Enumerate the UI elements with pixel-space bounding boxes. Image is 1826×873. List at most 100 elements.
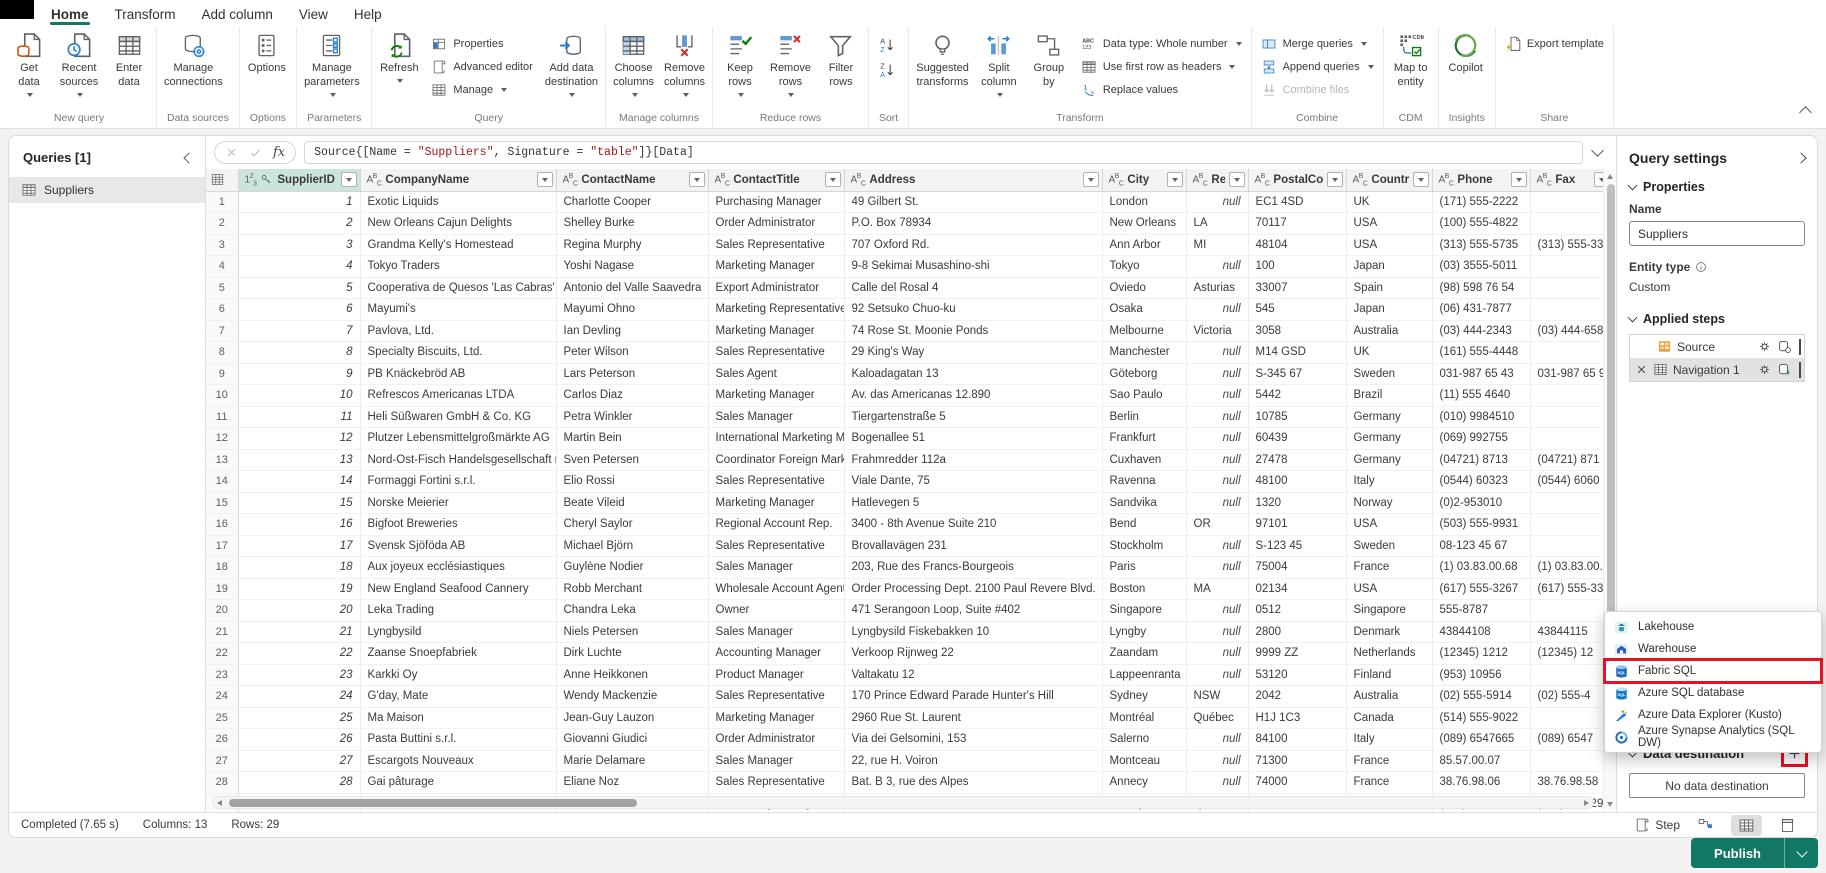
cell[interactable]: 33007 [1248,277,1347,299]
cell[interactable]: (089) 6547 [1530,728,1614,751]
cell[interactable]: 48100 [1248,470,1347,493]
delete-step-icon[interactable] [1635,363,1648,376]
choose-columns-button[interactable]: Choose columns [608,29,659,100]
cell[interactable]: Sales Representative [708,234,845,256]
cell[interactable]: 29 King's Way [844,341,1103,364]
filter-icon[interactable] [1326,172,1343,188]
cell[interactable]: Robb Merchant [556,578,709,600]
row-number[interactable]: 26 [206,728,239,751]
cell[interactable]: USA [1346,513,1433,536]
cell[interactable]: Grandma Kelly's Homestead [360,234,557,256]
cell[interactable]: International Marketing Mgr. [708,427,845,450]
cell[interactable]: Frankfurt [1102,427,1187,450]
cell[interactable]: Canada [1346,707,1433,729]
data-type-whole-number-button[interactable]: ABC 123 Data type: Whole number [1077,34,1246,54]
cell[interactable]: Norway [1346,492,1433,514]
row-number[interactable]: 25 [206,707,239,729]
row-number[interactable]: 1 [206,191,239,213]
cell[interactable]: Wendy Mackenzie [556,685,709,708]
cell[interactable]: Elio Rossi [556,470,709,493]
keep-rows-button[interactable]: Keep rows [715,29,765,100]
row-number[interactable]: 9 [206,363,239,385]
cell[interactable]: France [1346,771,1433,794]
cell[interactable] [1530,341,1614,364]
cell[interactable]: null [1186,599,1249,622]
manage-button[interactable]: Manage [427,80,537,100]
cell[interactable]: Peter Wilson [556,341,709,364]
cell[interactable]: PB Knäckebröd AB [360,363,557,385]
cell[interactable]: Annecy [1102,771,1187,794]
cell[interactable]: Regional Account Rep. [708,513,845,536]
cell[interactable]: Sales Manager [708,621,845,643]
cell[interactable]: Mayumi's [360,298,557,321]
cell[interactable] [1530,384,1614,407]
cell[interactable]: null [1186,750,1249,772]
cell[interactable]: 2042 [1248,685,1347,708]
cell[interactable]: Sydney [1102,685,1187,708]
cell[interactable]: Wholesale Account Agent [708,578,845,600]
cell[interactable]: Nord-Ost-Fisch Handelsgesellschaft m... [360,449,557,471]
cell[interactable]: Manchester [1102,341,1187,364]
cell[interactable]: Sales Representative [708,535,845,557]
cell[interactable]: Order Administrator [708,728,845,751]
cell[interactable]: Guylène Nodier [556,556,709,579]
cell[interactable]: Italy [1346,728,1433,751]
cell[interactable]: Montréal [1102,707,1187,729]
cell[interactable]: Owner [708,599,845,622]
tab-home[interactable]: Home [38,2,102,25]
cell[interactable]: Salerno [1102,728,1187,751]
cell[interactable]: 43844108 [1432,621,1531,643]
diagram-view-button[interactable] [1690,815,1721,836]
commit-formula-icon[interactable] [249,146,262,159]
cell[interactable]: M14 GSD [1248,341,1347,364]
cell[interactable]: Formaggi Fortini s.r.l. [360,470,557,493]
cell[interactable] [1530,492,1614,514]
cell[interactable]: 97101 [1248,513,1347,536]
applied-step-source[interactable]: Source [1630,335,1804,358]
cell[interactable]: Marketing Manager [708,384,845,407]
cell[interactable]: Yoshi Nagase [556,255,709,278]
row-number[interactable]: 2 [206,212,239,235]
cell[interactable] [1530,191,1614,213]
cell[interactable]: Escargots Nouveaux [360,750,557,772]
cell[interactable]: 23 [238,664,361,686]
cell[interactable]: Boston [1102,578,1187,600]
cell[interactable]: Svensk Sjöföda AB [360,535,557,557]
cell[interactable]: (617) 555-3267 [1432,578,1531,600]
cell[interactable]: 9-8 Sekimai Musashino-shi [844,255,1103,278]
cell[interactable]: (03) 444-658 [1530,320,1614,342]
cell[interactable]: (98) 598 76 54 [1432,277,1531,299]
append-queries-button[interactable]: Append queries [1257,57,1378,77]
cell[interactable]: Exotic Liquids [360,191,557,213]
options-button[interactable]: Options [242,29,292,79]
cell[interactable]: Export Administrator [708,277,845,299]
cell[interactable]: UK [1346,191,1433,213]
advanced-editor-button[interactable]: Advanced editor [427,57,537,77]
cell[interactable]: 19 [238,578,361,600]
cell[interactable]: 8 [238,341,361,364]
cell[interactable]: 471 Serangoon Loop, Suite #402 [844,599,1103,622]
cell[interactable]: 22, rue H. Voiron [844,750,1103,772]
cell[interactable]: 71300 [1248,750,1347,772]
cell[interactable]: Oviedo [1102,277,1187,299]
cell[interactable]: Cheryl Saylor [556,513,709,536]
cell[interactable]: 9 [238,363,361,385]
cell[interactable]: (02) 555-5914 [1432,685,1531,708]
menu-item-azure-synapse-analytics-sql-dw[interactable]: Azure Synapse Analytics (SQL DW) [1605,725,1821,749]
row-number[interactable]: 15 [206,492,239,514]
cell[interactable]: (04721) 8713 [1432,449,1531,471]
tab-transform[interactable]: Transform [102,2,189,25]
cell[interactable]: UK [1346,341,1433,364]
publish-button[interactable]: Publish [1691,838,1784,868]
horizontal-scroll-thumb[interactable] [229,798,637,807]
column-header-city[interactable]: ABC City [1102,169,1187,192]
cell[interactable]: Australia [1346,685,1433,708]
horizontal-scrollbar[interactable] [212,796,1594,809]
cell[interactable]: 38.76.98.58 [1530,771,1614,794]
cell[interactable]: Singapore [1102,599,1187,622]
cell[interactable]: Sales Manager [708,750,845,772]
cell[interactable]: Antonio del Valle Saavedra [556,277,709,299]
filter-icon[interactable] [1082,172,1099,188]
cell[interactable] [1530,298,1614,321]
column-header-country[interactable]: ABCCountry [1346,169,1433,192]
